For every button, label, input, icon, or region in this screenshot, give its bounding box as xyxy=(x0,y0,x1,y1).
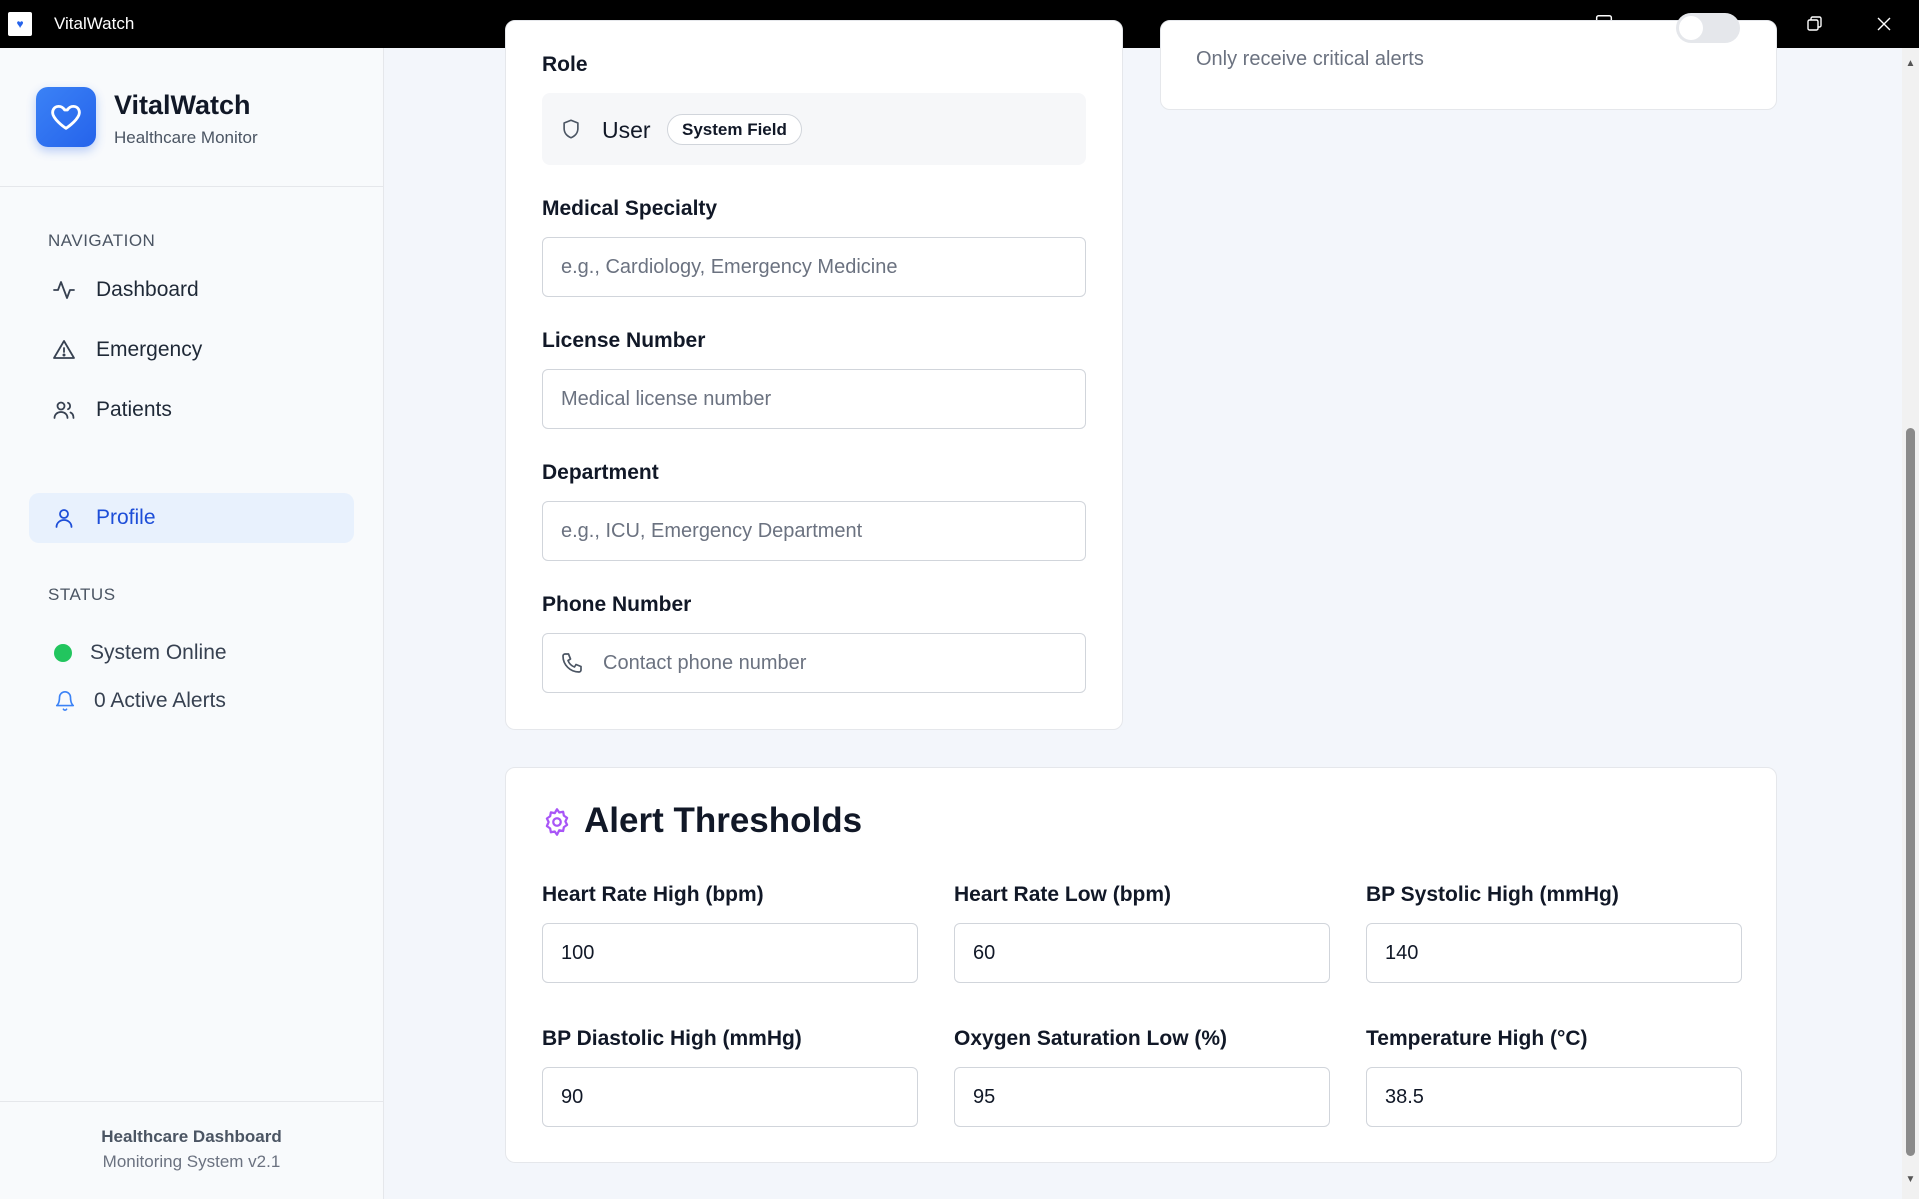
sidebar-item-label: Profile xyxy=(96,506,156,529)
heart-rate-low-input[interactable]: 60 xyxy=(954,923,1330,983)
active-alerts-text: 0 Active Alerts xyxy=(94,689,226,712)
system-field-badge: System Field xyxy=(667,114,802,145)
users-icon xyxy=(53,401,75,419)
license-label: License Number xyxy=(542,329,706,352)
alert-thresholds-title: Alert Thresholds xyxy=(584,801,863,840)
scroll-down-icon[interactable]: ▼ xyxy=(1905,1174,1916,1185)
sidebar-item-label: Emergency xyxy=(96,338,203,361)
scroll-up-icon[interactable]: ▲ xyxy=(1905,58,1916,69)
phone-icon xyxy=(562,653,582,673)
activity-icon xyxy=(53,281,75,299)
restore-button[interactable] xyxy=(1779,0,1849,48)
sidebar-item-label: Dashboard xyxy=(96,278,199,301)
specialty-label: Medical Specialty xyxy=(542,197,718,220)
bp-systolic-high-label: BP Systolic High (mmHg) xyxy=(1366,883,1619,906)
department-label: Department xyxy=(542,461,659,484)
temperature-high-input[interactable]: 38.5 xyxy=(1366,1067,1742,1127)
temperature-high-label: Temperature High (°C) xyxy=(1366,1027,1588,1050)
sidebar-item-dashboard[interactable]: Dashboard xyxy=(29,265,354,315)
role-label: Role xyxy=(542,53,588,76)
sidebar-item-profile[interactable]: Profile xyxy=(29,493,354,543)
gear-icon xyxy=(545,808,569,836)
brand-subtitle: Healthcare Monitor xyxy=(114,128,258,147)
vertical-scrollbar[interactable]: ▲ ▼ xyxy=(1902,48,1919,1199)
footer-title: Healthcare Dashboard xyxy=(101,1127,282,1146)
brand-name: VitalWatch xyxy=(114,90,251,120)
scrollbar-thumb[interactable] xyxy=(1906,428,1915,1156)
phone-label: Phone Number xyxy=(542,593,692,616)
oxygen-saturation-low-input[interactable]: 95 xyxy=(954,1067,1330,1127)
heart-logo-icon xyxy=(36,87,96,147)
sidebar-footer: Healthcare Dashboard Monitoring System v… xyxy=(0,1101,383,1199)
phone-input[interactable]: Contact phone number xyxy=(542,633,1086,693)
active-alerts-status: 0 Active Alerts xyxy=(54,689,226,713)
online-dot-icon xyxy=(54,644,72,662)
warning-icon xyxy=(53,340,75,359)
critical-alerts-toggle[interactable] xyxy=(1676,13,1740,43)
bp-diastolic-high-label: BP Diastolic High (mmHg) xyxy=(542,1027,802,1050)
critical-alerts-description: Only receive critical alerts xyxy=(1196,48,1424,70)
user-icon xyxy=(55,509,73,528)
brand-header: VitalWatch Healthcare Monitor xyxy=(0,48,383,187)
notification-settings-card: Only receive critical alerts xyxy=(1160,13,1777,110)
sidebar-item-emergency[interactable]: Emergency xyxy=(29,325,354,375)
system-status: System Online xyxy=(54,641,227,665)
app-heart-icon: ♥ xyxy=(8,12,32,36)
department-input[interactable]: e.g., ICU, Emergency Department xyxy=(542,501,1086,561)
window-title: VitalWatch xyxy=(54,14,135,33)
heart-rate-low-label: Heart Rate Low (bpm) xyxy=(954,883,1172,906)
bp-diastolic-high-input[interactable]: 90 xyxy=(542,1067,918,1127)
nav-section-label: NAVIGATION xyxy=(48,231,156,250)
close-button[interactable] xyxy=(1849,0,1919,48)
specialty-input[interactable]: e.g., Cardiology, Emergency Medicine xyxy=(542,237,1086,297)
sidebar-item-patients[interactable]: Patients xyxy=(29,385,354,435)
sidebar-item-label: Patients xyxy=(96,398,172,421)
heart-rate-high-label: Heart Rate High (bpm) xyxy=(542,883,764,906)
bp-systolic-high-input[interactable]: 140 xyxy=(1366,923,1742,983)
system-status-text: System Online xyxy=(90,641,227,664)
license-input[interactable]: Medical license number xyxy=(542,369,1086,429)
toggle-knob xyxy=(1679,16,1703,40)
status-section-label: STATUS xyxy=(48,585,116,604)
footer-version: Monitoring System v2.1 xyxy=(102,1152,281,1171)
heart-rate-high-input[interactable]: 100 xyxy=(542,923,918,983)
bell-icon xyxy=(55,691,75,711)
oxygen-saturation-low-label: Oxygen Saturation Low (%) xyxy=(954,1027,1228,1050)
role-value: User xyxy=(602,117,651,143)
alert-thresholds-card: Alert Thresholds Heart Rate High (bpm) 1… xyxy=(505,767,1777,1163)
sidebar: VitalWatch Healthcare Monitor NAVIGATION… xyxy=(0,48,384,1199)
shield-icon xyxy=(563,119,579,139)
